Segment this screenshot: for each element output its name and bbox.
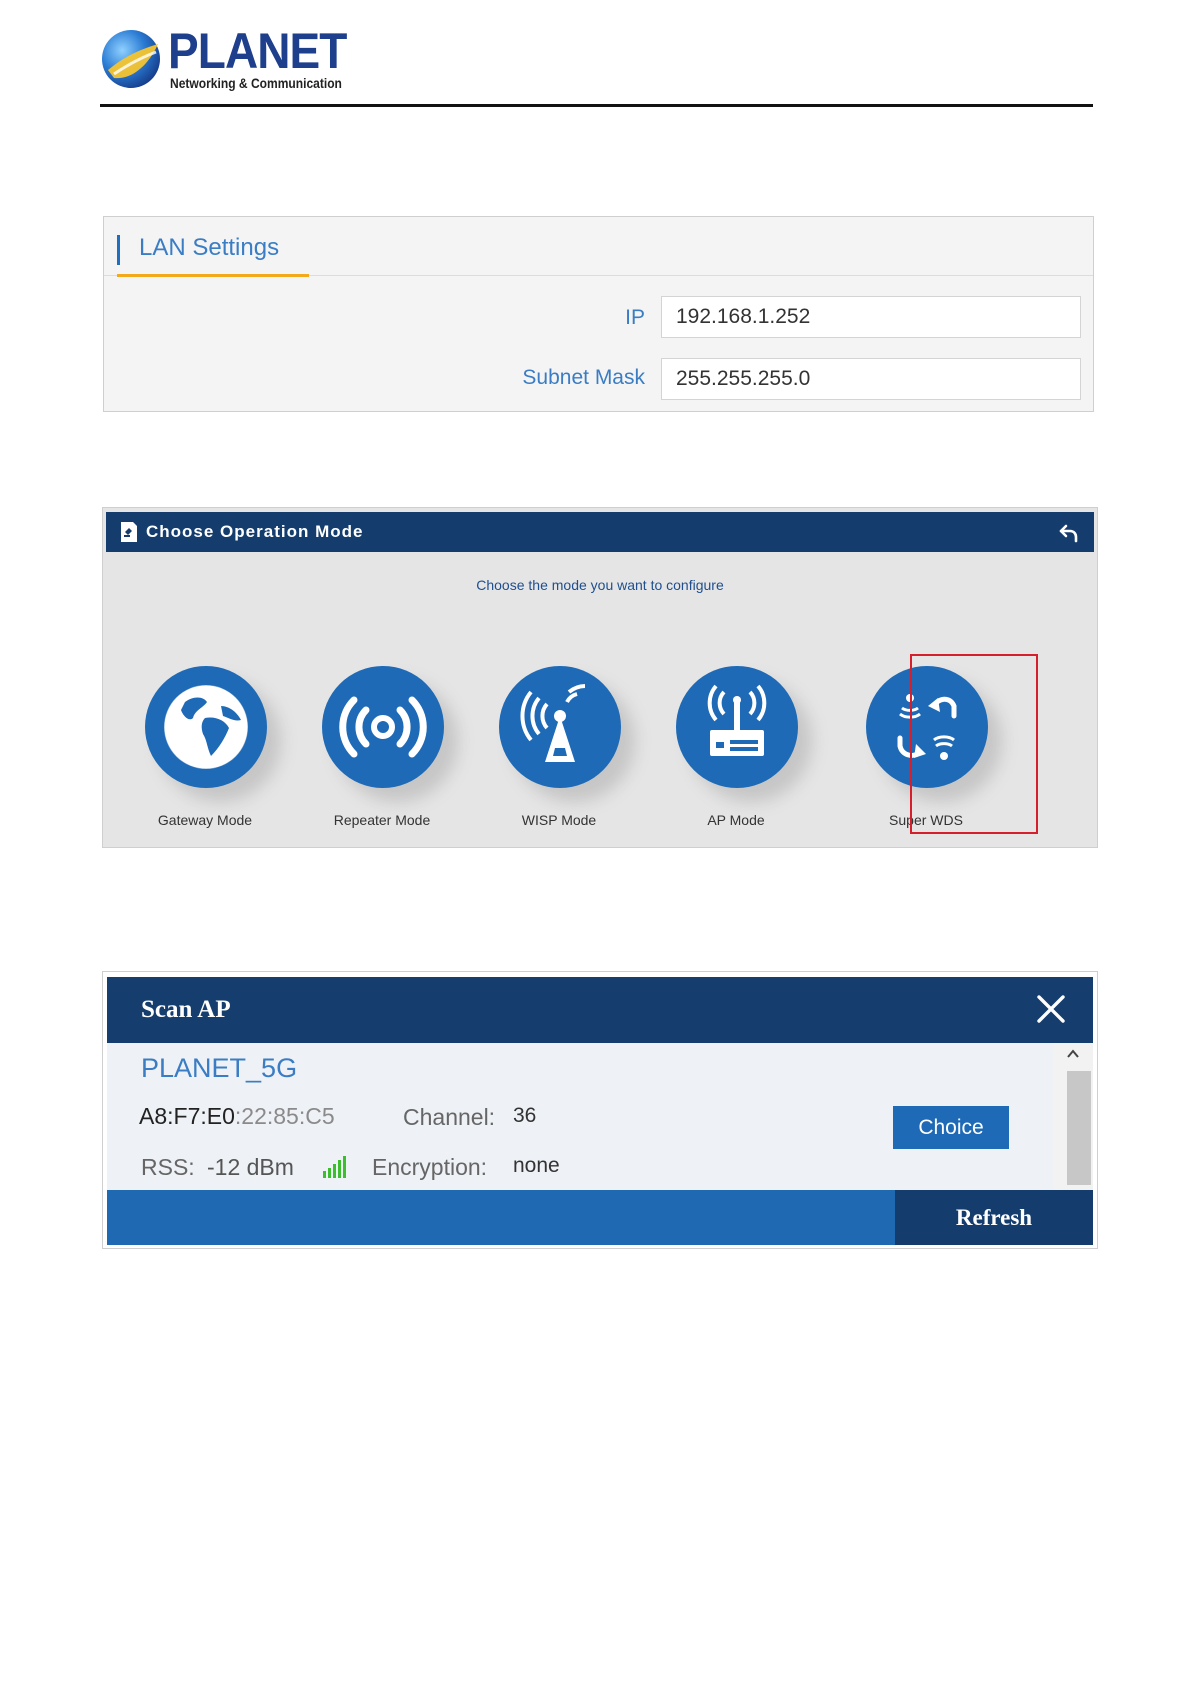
globe-logo-icon	[102, 30, 160, 88]
scan-ap-header: Scan AP	[107, 977, 1093, 1043]
ap-mode-button[interactable]	[676, 666, 798, 788]
channel-label: Channel:	[403, 1104, 496, 1130]
gateway-mode-label: Gateway Mode	[157, 812, 253, 828]
repeater-mode-button[interactable]	[322, 666, 444, 788]
mac-suffix: :22:85:C5	[234, 1103, 335, 1129]
antenna-tower-icon	[520, 684, 586, 762]
ip-input[interactable]: 192.168.1.252	[661, 296, 1081, 338]
wisp-mode-option[interactable]: WISP Mode	[479, 666, 639, 836]
operation-mode-subtitle: Choose the mode you want to configure	[476, 577, 724, 593]
list-scrollbar[interactable]	[1053, 1043, 1093, 1190]
scan-ap-dialog: Scan AP PLANET_5G A8:F7:E0:22:85:C5 Chan…	[102, 971, 1098, 1249]
wds-exchange-icon	[897, 694, 957, 760]
brand-name: PLANET	[168, 23, 347, 79]
scan-ap-footer: Refresh	[107, 1190, 1093, 1245]
lan-settings-panel: LAN Settings IP 192.168.1.252 Subnet Mas…	[103, 216, 1094, 412]
operation-mode-panel: Choose Operation Mode Choose the mode yo…	[102, 507, 1098, 848]
hand-pointer-icon	[121, 522, 137, 542]
mac-prefix: A8:F7:E0	[139, 1103, 235, 1129]
title-accent-bar	[117, 235, 120, 265]
choice-button[interactable]: Choice	[893, 1106, 1009, 1149]
signal-strength-icon	[323, 1156, 346, 1178]
ap-mac-address: A8:F7:E0:22:85:C5	[139, 1103, 335, 1130]
super-wds-button[interactable]	[866, 666, 988, 788]
ap-ssid: PLANET_5G	[141, 1053, 298, 1083]
rss-value: -12 dBm	[207, 1154, 294, 1180]
operation-mode-header: Choose Operation Mode	[106, 512, 1094, 552]
scan-ap-title: Scan AP	[141, 996, 231, 1023]
subnet-mask-label: Subnet Mask	[522, 366, 645, 389]
back-arrow-icon[interactable]	[1058, 522, 1080, 544]
encryption-value: none	[513, 1154, 560, 1177]
encryption-label: Encryption:	[372, 1154, 488, 1180]
signal-broadcast-icon	[339, 696, 427, 758]
close-icon[interactable]	[1035, 993, 1067, 1025]
lan-settings-title: LAN Settings	[139, 234, 280, 261]
router-icon	[707, 684, 767, 756]
repeater-mode-option[interactable]: Repeater Mode	[302, 666, 462, 836]
wisp-mode-button[interactable]	[499, 666, 621, 788]
ap-mode-label: AP Mode	[707, 812, 765, 828]
operation-mode-title: Choose Operation Mode	[146, 522, 364, 541]
super-wds-label: Super WDS	[889, 812, 963, 828]
rss-label: RSS:	[141, 1154, 195, 1180]
repeater-mode-label: Repeater Mode	[333, 812, 431, 828]
ip-label: IP	[625, 306, 645, 329]
gateway-mode-button[interactable]	[145, 666, 267, 788]
page-header: PLANET Networking & Communication	[100, 24, 1093, 108]
lan-settings-header: LAN Settings	[104, 217, 1093, 277]
title-underline	[117, 274, 309, 277]
wisp-mode-label: WISP Mode	[521, 812, 597, 828]
brand-tagline: Networking & Communication	[170, 75, 342, 91]
subnet-mask-input[interactable]: 255.255.255.0	[661, 358, 1081, 400]
refresh-button[interactable]: Refresh	[895, 1190, 1093, 1245]
ap-mode-option[interactable]: AP Mode	[656, 666, 816, 836]
scrollbar-thumb[interactable]	[1067, 1071, 1091, 1185]
scroll-up-icon[interactable]	[1067, 1049, 1079, 1059]
globe-icon	[163, 684, 249, 770]
ap-list-item: PLANET_5G A8:F7:E0:22:85:C5 Channel: 36 …	[107, 1043, 1053, 1190]
header-divider	[100, 104, 1093, 107]
gateway-mode-option[interactable]: Gateway Mode	[125, 666, 285, 836]
super-wds-option[interactable]: Super WDS	[846, 666, 1006, 836]
channel-value: 36	[513, 1104, 537, 1127]
